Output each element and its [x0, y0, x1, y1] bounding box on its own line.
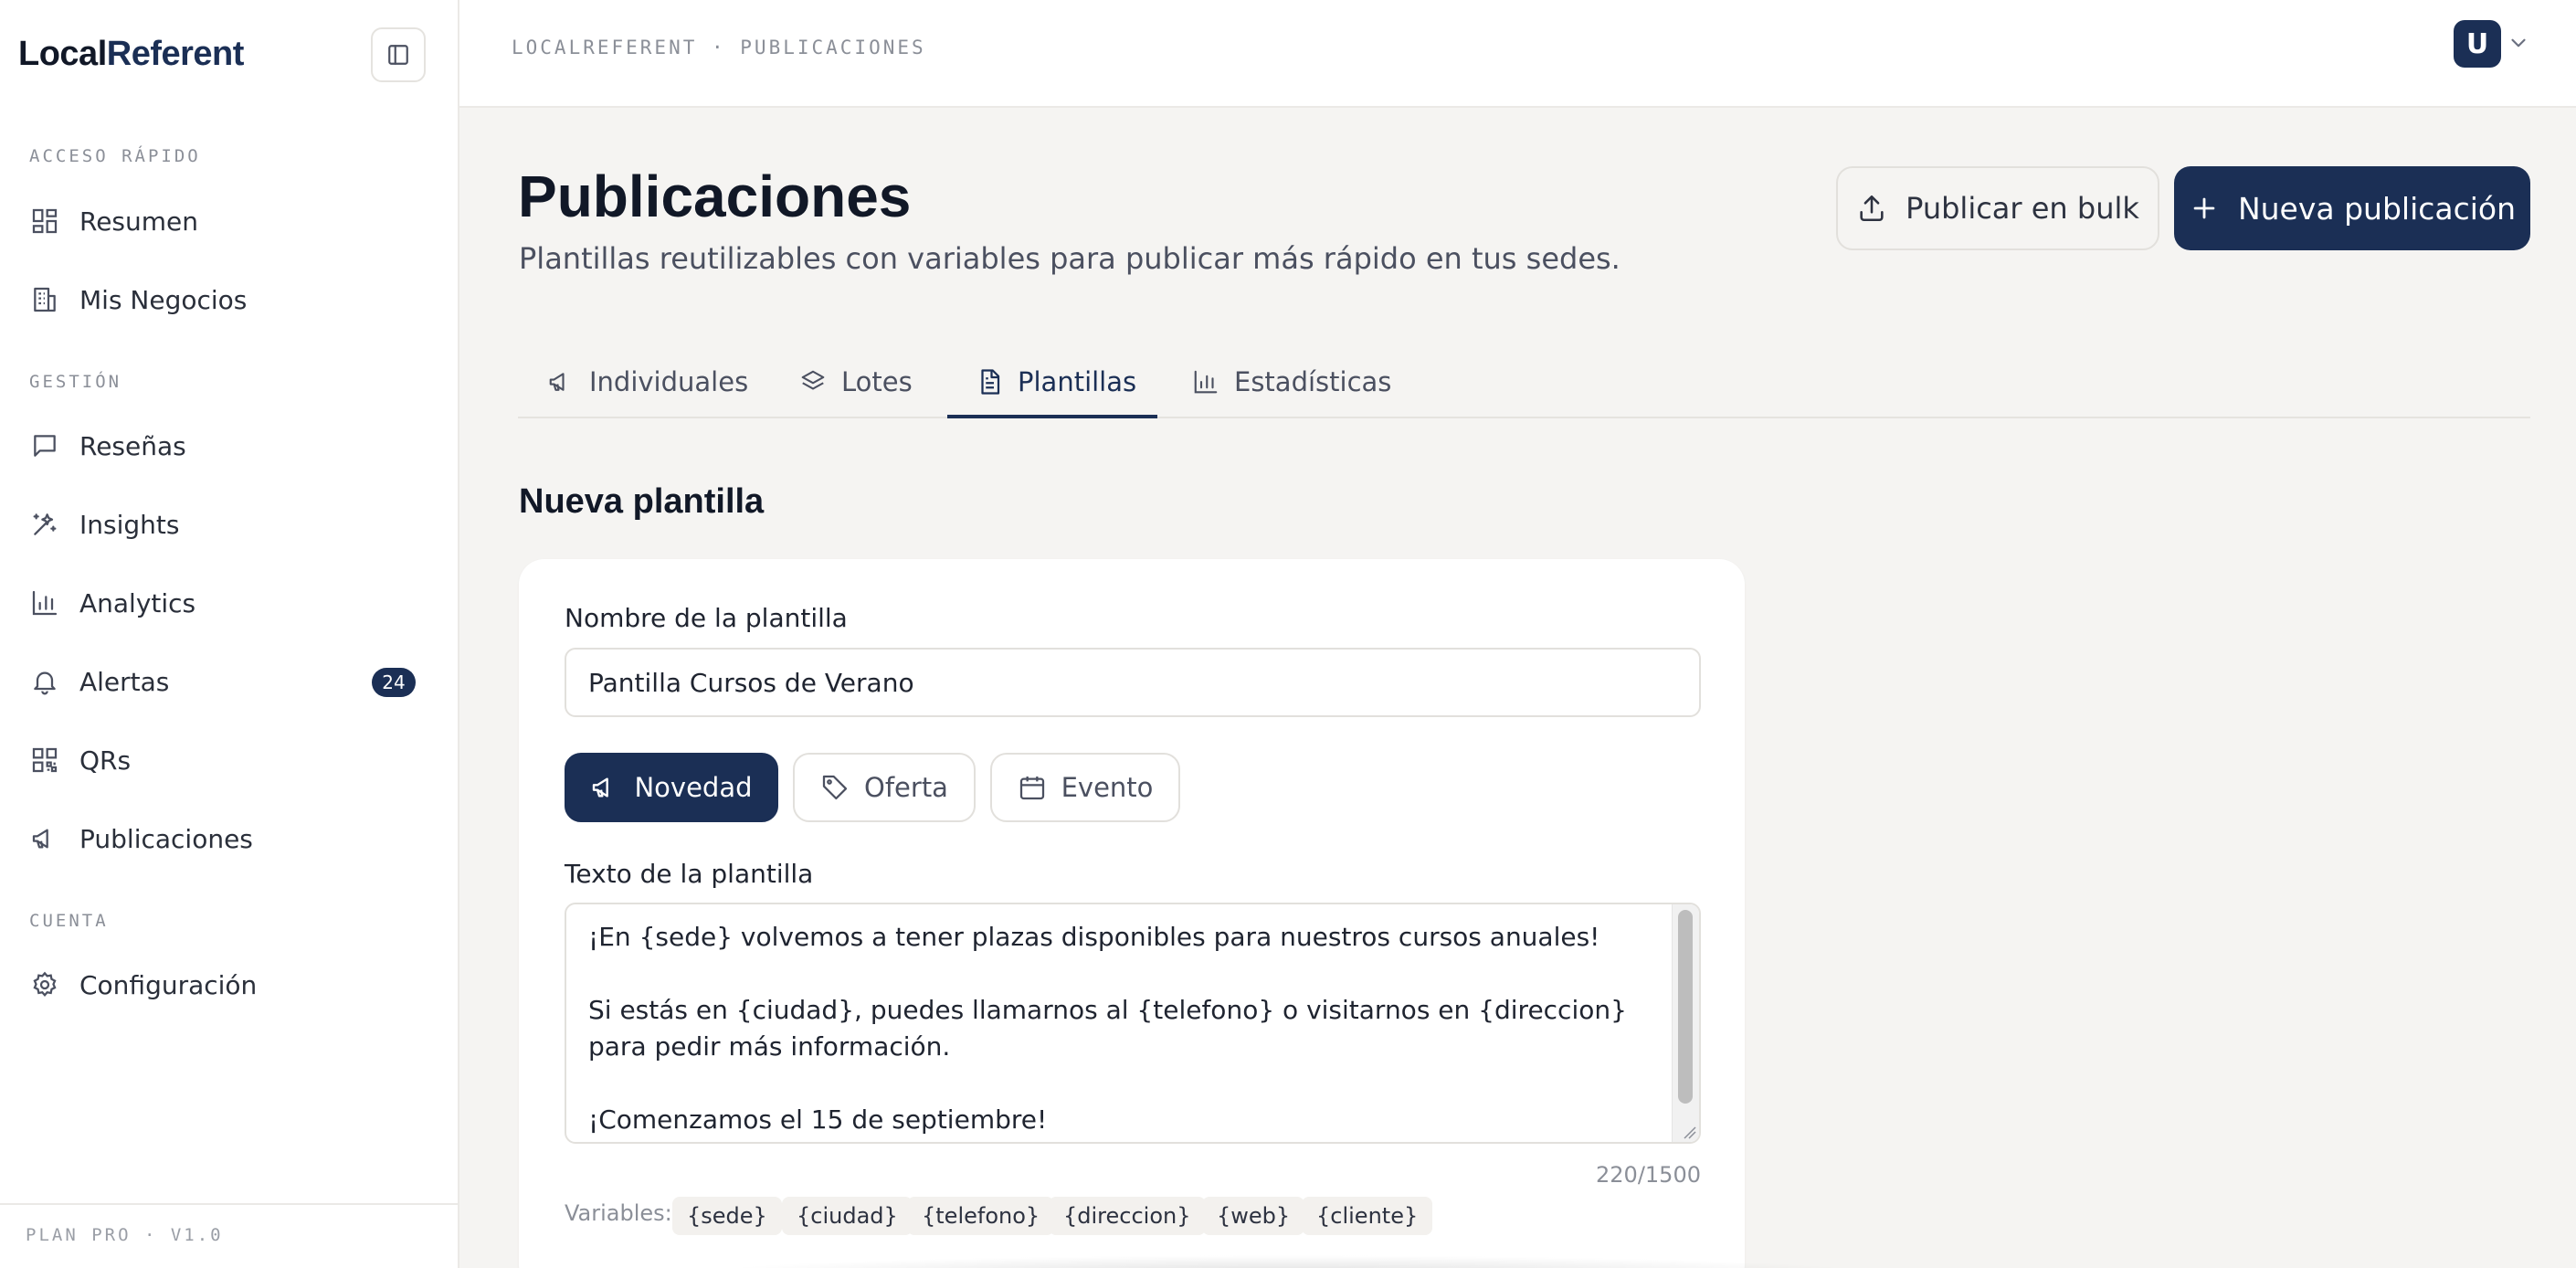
template-text-area[interactable]: ¡En {sede} volvemos a tener plazas dispo… — [565, 903, 1701, 1144]
variable-tag-cliente[interactable]: {cliente} — [1302, 1197, 1433, 1235]
sidebar-item-label: Insights — [79, 509, 180, 540]
tabs: Individuales Lotes Plantillas Estadístic… — [518, 345, 2530, 418]
template-name-label: Nombre de la plantilla — [565, 603, 848, 633]
new-publication-label: Nueva publicación — [2237, 190, 2517, 227]
publish-bulk-button[interactable]: Publicar en bulk — [1836, 166, 2159, 250]
gear-icon — [29, 969, 60, 1000]
template-form-card: Nombre de la plantilla Pantilla Cursos d… — [519, 559, 1745, 1268]
textarea-scrollbar[interactable] — [1672, 904, 1699, 1142]
character-counter: 220/1500 — [1596, 1162, 1701, 1188]
variable-tag-ciudad[interactable]: {ciudad} — [782, 1197, 913, 1235]
type-oferta-chip[interactable]: Oferta — [793, 753, 976, 822]
variable-tag-telefono[interactable]: {telefono} — [907, 1197, 1055, 1235]
file-text-icon — [981, 369, 1000, 395]
sidebar-item-configuracion[interactable]: Configuración — [29, 962, 431, 1008]
layers-icon — [801, 370, 825, 390]
page-subtitle: Plantillas reutilizables con variables p… — [519, 241, 1621, 276]
plus-icon — [2193, 197, 2215, 219]
sidebar-item-alertas[interactable]: Alertas 24 — [29, 659, 431, 704]
sidebar-item-qrs[interactable]: QRs — [29, 737, 431, 783]
bell-icon — [29, 666, 60, 697]
type-novedad-chip[interactable]: Novedad — [565, 753, 778, 822]
section-label-manage: GESTIÓN — [29, 372, 122, 392]
chevron-down-icon[interactable] — [2507, 31, 2530, 55]
tab-label: Lotes — [841, 366, 913, 397]
sidebar-item-label: QRs — [79, 745, 132, 776]
publish-bulk-label: Publicar en bulk — [1906, 191, 2139, 226]
tab-label: Plantillas — [1018, 366, 1137, 397]
bar-chart-icon — [1194, 370, 1218, 394]
type-evento-chip[interactable]: Evento — [990, 753, 1180, 822]
sidebar-item-resenas[interactable]: Reseñas — [29, 423, 431, 469]
tab-label: Estadísticas — [1234, 366, 1392, 397]
chip-label: Evento — [1061, 772, 1154, 803]
avatar[interactable]: U — [2454, 20, 2501, 68]
variables-label: Variables: — [565, 1200, 672, 1226]
sidebar-item-label: Configuración — [79, 969, 258, 1000]
message-square-icon — [29, 430, 60, 461]
tab-individuales[interactable]: Individuales — [547, 345, 748, 418]
sidebar-item-analytics[interactable]: Analytics — [29, 580, 431, 626]
tab-plantillas[interactable]: Plantillas — [976, 345, 1136, 418]
template-name-input[interactable]: Pantilla Cursos de Verano — [565, 648, 1701, 717]
section-label-account: CUENTA — [29, 911, 109, 931]
app-logo[interactable]: LocalReferent — [18, 35, 244, 74]
sidebar-item-resumen[interactable]: Resumen — [29, 198, 431, 244]
sidebar-item-label: Reseñas — [79, 430, 186, 461]
sparkles-icon — [29, 509, 60, 540]
sidebar-item-insights[interactable]: Insights — [29, 502, 431, 547]
tab-label: Individuales — [589, 366, 749, 397]
sidebar-item-publicaciones[interactable]: Publicaciones — [29, 816, 431, 861]
sidebar-item-label: Analytics — [79, 587, 196, 618]
template-text-content: ¡En {sede} volvemos a tener plazas dispo… — [588, 922, 1627, 1135]
building-icon — [29, 284, 60, 315]
chip-label: Oferta — [864, 772, 948, 803]
sidebar-item-mis-negocios[interactable]: Mis Negocios — [29, 277, 431, 322]
page-title: Publicaciones — [518, 164, 912, 229]
tab-estadisticas[interactable]: Estadísticas — [1192, 345, 1391, 418]
active-tab-indicator — [947, 415, 1157, 418]
calendar-icon — [1019, 777, 1044, 800]
section-label-quick: ACCESO RÁPIDO — [29, 146, 201, 166]
qr-code-icon — [29, 745, 60, 776]
scrollbar-thumb[interactable] — [1678, 910, 1693, 1104]
variable-tag-direccion[interactable]: {direccion} — [1049, 1197, 1206, 1235]
upload-icon — [1860, 195, 1884, 222]
plan-version-text: PLAN PRO · V1.0 — [26, 1225, 224, 1245]
megaphone-icon — [593, 777, 609, 798]
tab-lotes[interactable]: Lotes — [799, 345, 913, 418]
sidebar-item-label: Publicaciones — [79, 823, 253, 854]
variable-tag-web[interactable]: {web} — [1202, 1197, 1305, 1235]
form-section-title: Nueva plantilla — [519, 482, 765, 521]
logo-text-local: Local — [18, 35, 107, 73]
logo-text-referent: Referent — [106, 35, 245, 73]
breadcrumb: LOCALREFERENT · PUBLICACIONES — [512, 37, 926, 58]
chip-label: Novedad — [634, 772, 753, 803]
template-text-label: Texto de la plantilla — [565, 859, 814, 889]
megaphone-icon — [549, 373, 565, 391]
tag-icon — [822, 775, 848, 800]
new-publication-button[interactable]: Nueva publicación — [2174, 166, 2530, 250]
sidebar-item-label: Mis Negocios — [79, 284, 248, 315]
sidebar-item-label: Alertas — [79, 666, 170, 697]
floating-bar-shadow — [694, 1255, 1882, 1268]
variable-tag-sede[interactable]: {sede} — [672, 1197, 782, 1235]
megaphone-icon — [29, 823, 60, 854]
sidebar-panel-icon — [388, 45, 408, 65]
sidebar-toggle-button[interactable] — [371, 27, 426, 82]
sidebar: LocalReferent ACCESO RÁPIDO Resumen Mis … — [0, 0, 459, 1268]
resize-handle-icon[interactable] — [1679, 1122, 1697, 1140]
dashboard-icon — [29, 206, 60, 237]
alerts-count-badge: 24 — [372, 668, 416, 697]
sidebar-item-label: Resumen — [79, 206, 199, 237]
sidebar-footer: PLAN PRO · V1.0 — [0, 1203, 458, 1268]
topbar: LOCALREFERENT · PUBLICACIONES U — [459, 0, 2576, 108]
bar-chart-icon — [29, 587, 60, 618]
